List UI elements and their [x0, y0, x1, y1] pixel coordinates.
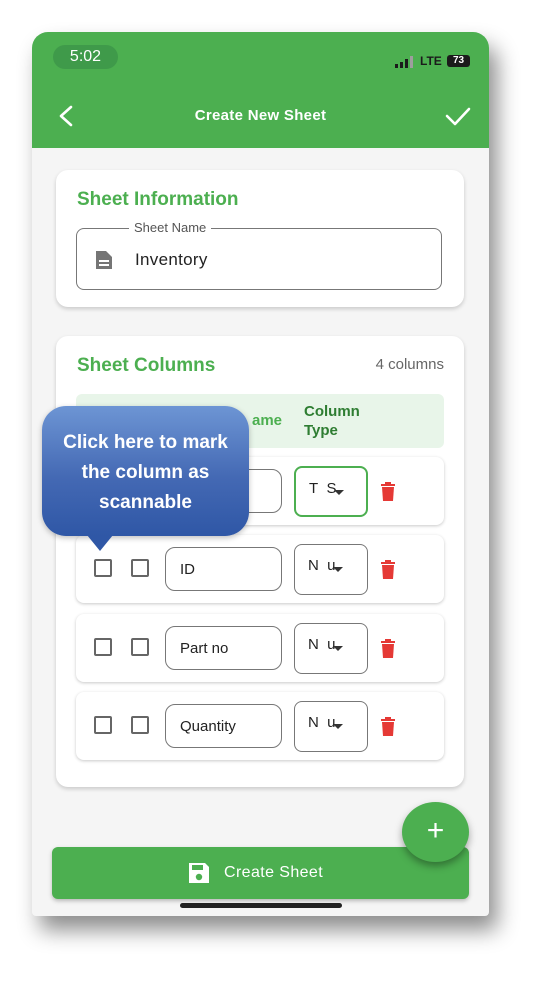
column-name-input[interactable]: ID [165, 547, 282, 591]
document-icon [96, 251, 112, 269]
dropdown-arrow-icon [333, 567, 343, 572]
column-checkbox[interactable] [131, 716, 149, 734]
sheet-columns-card: Sheet Columns 4 columns ame Column Type … [56, 336, 464, 787]
column-checkbox[interactable] [131, 559, 149, 577]
callout-pointer [87, 535, 113, 551]
add-column-button[interactable]: + [402, 802, 469, 862]
scannable-checkbox[interactable] [94, 716, 112, 734]
sheet-name-field[interactable]: Sheet Name Inventory [76, 220, 442, 290]
delete-icon[interactable] [380, 482, 396, 501]
column-type-select[interactable]: N u [294, 701, 368, 752]
save-icon [189, 863, 209, 883]
scannable-checkbox[interactable] [94, 638, 112, 656]
check-icon[interactable] [444, 104, 472, 128]
callout-text: Click here to mark the column as scannab… [63, 432, 228, 513]
create-sheet-label: Create Sheet [224, 864, 324, 881]
home-indicator [180, 903, 342, 908]
column-type-value: N u [308, 636, 336, 653]
header-column-type: Column Type [304, 403, 360, 439]
column-checkbox[interactable] [131, 638, 149, 656]
scannable-checkbox[interactable] [94, 559, 112, 577]
column-type-select[interactable]: N u [294, 623, 368, 674]
dropdown-arrow-icon [334, 490, 344, 495]
network-label: LTE [420, 54, 442, 68]
status-bar: 5:02 LTE 73 [32, 32, 489, 84]
dropdown-arrow-icon [333, 724, 343, 729]
delete-icon[interactable] [380, 717, 396, 736]
battery-icon: 73 [447, 55, 470, 67]
sheet-name-label: Sheet Name [129, 220, 212, 235]
page-title: Create New Sheet [194, 107, 327, 124]
delete-icon[interactable] [380, 560, 396, 579]
delete-icon[interactable] [380, 639, 396, 658]
tutorial-callout: Click here to mark the column as scannab… [42, 406, 249, 536]
column-type-value: N u [308, 714, 336, 731]
signal-icon [395, 56, 413, 68]
sheet-information-card: Sheet Information Sheet Name Inventory [56, 170, 464, 307]
plus-icon: + [426, 814, 445, 847]
column-row: Part no N u [76, 614, 444, 682]
sheet-name-value[interactable]: Inventory [135, 250, 208, 270]
column-row: ID N u [76, 535, 444, 603]
dropdown-arrow-icon [333, 646, 343, 651]
header-column-name: ame [252, 412, 283, 429]
app-bar: Create New Sheet [32, 84, 489, 148]
column-type-select[interactable]: T S [294, 466, 368, 517]
column-row: Quantity N u [76, 692, 444, 760]
column-type-select[interactable]: N u [294, 544, 368, 595]
status-time: 5:02 [53, 45, 118, 69]
column-name-input[interactable]: Quantity [165, 704, 282, 748]
column-type-value: T S [309, 480, 337, 497]
create-sheet-button[interactable]: Create Sheet [52, 847, 469, 899]
column-name-input[interactable]: Part no [165, 626, 282, 670]
column-type-value: N u [308, 557, 336, 574]
column-count: 4 columns [375, 356, 444, 373]
sheet-information-title: Sheet Information [77, 189, 239, 210]
sheet-columns-title: Sheet Columns [77, 355, 216, 376]
